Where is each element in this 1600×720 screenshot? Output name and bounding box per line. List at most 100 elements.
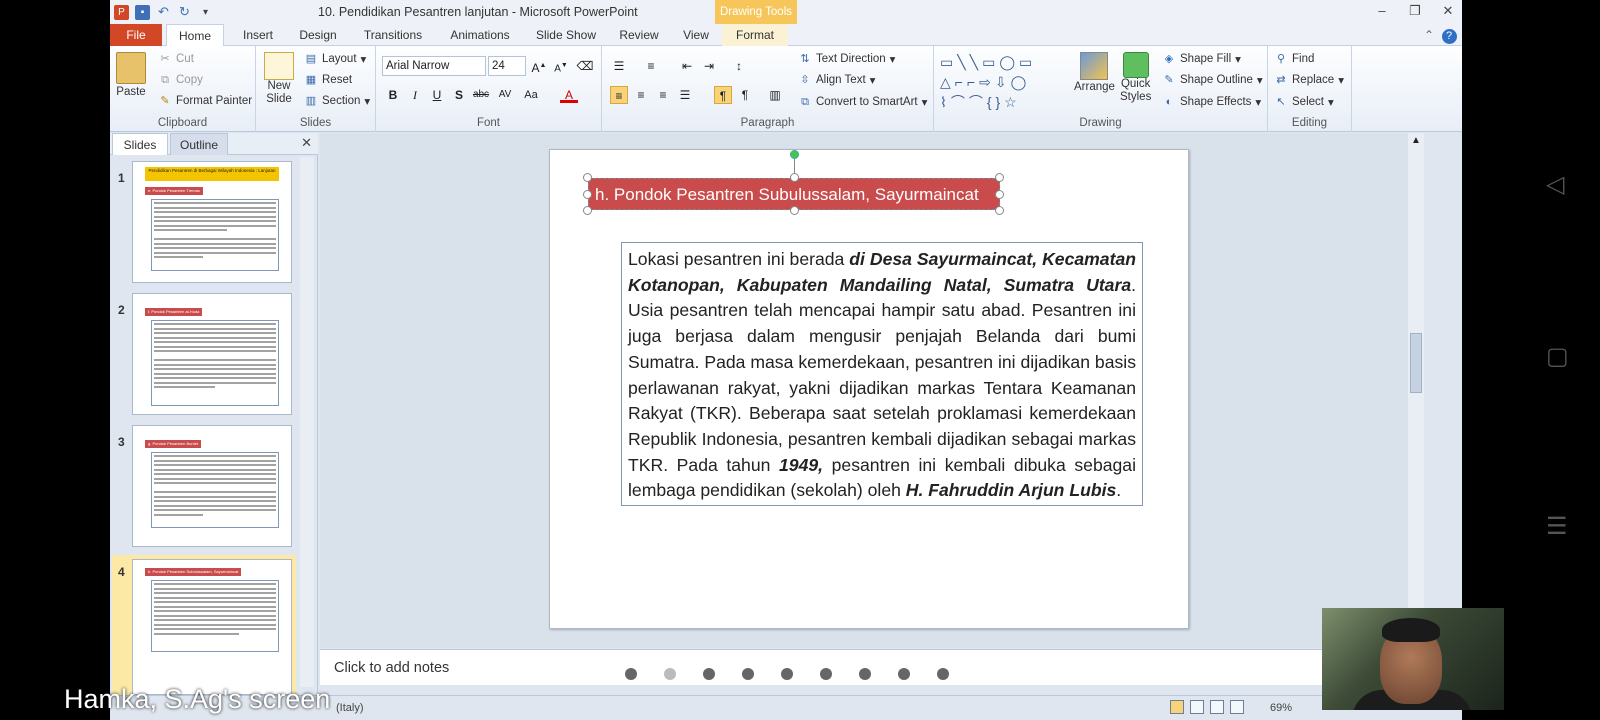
ltr-icon[interactable]: ¶ — [714, 86, 732, 104]
powerpoint-logo-icon[interactable]: P — [114, 4, 129, 20]
resize-handle[interactable] — [583, 173, 592, 182]
select-button[interactable]: ↖ Select ▾ — [1274, 95, 1333, 109]
new-slide-button[interactable]: New Slide — [264, 52, 294, 106]
close-panel-icon[interactable]: ✕ — [301, 135, 312, 151]
change-case-icon[interactable]: Aa — [522, 86, 540, 104]
help-icon[interactable]: ? — [1440, 24, 1458, 46]
italic-icon[interactable]: I — [406, 86, 424, 104]
resize-handle[interactable] — [995, 206, 1004, 215]
shapes-gallery[interactable]: ▭╲╲▭◯▭ △⌐⌐⇨⇩◯ ⌇⌒⌒{}☆ — [940, 52, 1070, 112]
shape-fill-button[interactable]: ◈ Shape Fill ▾ — [1162, 52, 1241, 66]
tab-home[interactable]: Home — [166, 24, 224, 47]
layout-button[interactable]: ▤ Layout ▾ — [304, 52, 367, 66]
cursor-icon: ↖ — [1276, 96, 1286, 108]
underline-icon[interactable]: U — [428, 86, 446, 104]
numbering-icon[interactable]: ≡ — [642, 57, 660, 75]
convert-smartart-button[interactable]: ⧉ Convert to SmartArt ▾ — [798, 95, 927, 109]
zoom-level[interactable]: 69% — [1270, 702, 1292, 714]
replace-button[interactable]: ⇄ Replace ▾ — [1274, 73, 1344, 87]
paste-button[interactable]: Paste — [116, 52, 146, 98]
clear-formatting-icon[interactable]: ⌫ — [576, 57, 594, 75]
body-run: . Usia pesantren telah mencapai hampir s… — [628, 274, 1136, 475]
align-left-icon[interactable]: ≡ — [610, 86, 628, 104]
reading-view-icon[interactable] — [1210, 700, 1224, 714]
home-nav-icon[interactable]: ▢ — [1546, 342, 1569, 371]
tab-view[interactable]: View — [670, 24, 722, 46]
find-button[interactable]: ⚲ Find — [1274, 52, 1314, 66]
grow-font-icon[interactable]: A▲ — [530, 57, 548, 75]
slideshow-view-icon[interactable] — [1230, 700, 1244, 714]
resize-handle[interactable] — [790, 206, 799, 215]
scroll-up-icon[interactable]: ▲ — [1411, 135, 1421, 146]
thumbnail-title: f. Pondok Pesantren al-Huda — [145, 308, 203, 316]
justify-icon[interactable]: ☰ — [676, 86, 694, 104]
quick-styles-button[interactable]: Quick Styles — [1120, 52, 1151, 104]
slide-body-text[interactable]: Lokasi pesantren ini berada di Desa Sayu… — [621, 242, 1143, 506]
tab-file[interactable]: File — [110, 24, 162, 46]
tab-slide-show[interactable]: Slide Show — [524, 24, 608, 46]
tab-design[interactable]: Design — [288, 24, 348, 46]
shrink-font-icon[interactable]: A▼ — [552, 57, 570, 75]
menu-nav-icon[interactable]: ☰ — [1546, 512, 1568, 541]
font-family-select[interactable]: Arial Narrow — [382, 56, 486, 76]
shadow-icon[interactable]: S — [450, 86, 468, 104]
slide-scrollbar[interactable]: ▲ ▼ — [1408, 133, 1424, 648]
text-direction-button[interactable]: ⇅ Text Direction ▾ — [798, 52, 895, 66]
resize-handle[interactable] — [583, 190, 592, 199]
customize-qat-icon[interactable]: ▾ — [198, 5, 213, 20]
resize-handle[interactable] — [995, 190, 1004, 199]
back-nav-icon[interactable]: ◁ — [1546, 170, 1564, 199]
cut-button[interactable]: ✂ Cut — [158, 52, 194, 66]
thumbnail-scrollbar[interactable] — [300, 157, 314, 687]
tab-outline[interactable]: Outline — [170, 133, 228, 155]
tab-transitions[interactable]: Transitions — [350, 24, 436, 46]
font-color-icon[interactable]: A — [560, 86, 578, 103]
tab-animations[interactable]: Animations — [436, 24, 524, 46]
bold-icon[interactable]: B — [384, 86, 402, 104]
minimize-ribbon-icon[interactable]: ⌃ — [1420, 24, 1438, 46]
reset-icon: ▦ — [305, 74, 317, 86]
columns-icon[interactable]: ▥ — [766, 86, 784, 104]
tab-insert[interactable]: Insert — [230, 24, 286, 46]
slide-thumbnail-4[interactable]: 4 h. Pondok Pesantren Subulussalam, Sayu… — [112, 555, 296, 695]
rtl-icon[interactable]: ¶ — [736, 86, 754, 104]
character-spacing-icon[interactable]: AV — [496, 86, 514, 104]
slide-thumbnail-2[interactable]: 2 f. Pondok Pesantren al-Huda — [110, 293, 300, 421]
arrange-button[interactable]: Arrange — [1074, 52, 1115, 94]
strikethrough-icon[interactable]: abc — [472, 86, 490, 104]
reset-button[interactable]: ▦ Reset — [304, 73, 352, 87]
language-status[interactable]: (Italy) — [336, 702, 364, 714]
close-button[interactable]: ✕ — [1438, 3, 1458, 21]
align-text-button[interactable]: ⇳ Align Text ▾ — [798, 73, 875, 87]
slide-thumbnail-1[interactable]: 1 Pendidikan Pesantren di Berbagai Wilay… — [110, 161, 300, 289]
bullets-icon[interactable]: ☰ — [610, 57, 628, 75]
resize-handle[interactable] — [583, 206, 592, 215]
current-slide[interactable]: h. Pondok Pesantren Subulussalam, Sayurm… — [549, 149, 1189, 629]
save-icon[interactable]: ▪ — [135, 4, 150, 20]
align-center-icon[interactable]: ≡ — [632, 86, 650, 104]
tab-review[interactable]: Review — [608, 24, 670, 46]
font-size-select[interactable]: 24 — [488, 56, 526, 76]
shape-effects-button[interactable]: ◐ Shape Effects ▾ — [1162, 95, 1262, 109]
minimize-button[interactable]: – — [1372, 3, 1392, 21]
resize-handle[interactable] — [995, 173, 1004, 182]
slide-thumbnail-3[interactable]: 3 g. Pondok Pesantren Buntet — [110, 425, 300, 553]
align-right-icon[interactable]: ≡ — [654, 86, 672, 104]
format-painter-button[interactable]: ✎ Format Painter — [158, 94, 252, 108]
rotate-handle[interactable] — [790, 150, 799, 159]
restore-button[interactable]: ❐ — [1405, 3, 1425, 21]
decrease-indent-icon[interactable]: ⇤ — [678, 57, 696, 75]
normal-view-icon[interactable] — [1170, 700, 1184, 714]
copy-button[interactable]: ⧉ Copy — [158, 73, 203, 87]
resize-handle[interactable] — [790, 173, 799, 182]
scroll-thumb[interactable] — [1410, 333, 1422, 393]
increase-indent-icon[interactable]: ⇥ — [700, 57, 718, 75]
undo-icon[interactable]: ↶ — [156, 4, 171, 20]
slide-sorter-icon[interactable] — [1190, 700, 1204, 714]
tab-slides[interactable]: Slides — [112, 133, 168, 155]
tab-format[interactable]: Format — [722, 24, 788, 46]
section-button[interactable]: ▥ Section ▾ — [304, 94, 370, 108]
line-spacing-icon[interactable]: ↕ — [730, 57, 748, 75]
shape-outline-button[interactable]: ✎ Shape Outline ▾ — [1162, 73, 1262, 87]
redo-icon[interactable]: ↻ — [177, 4, 192, 20]
